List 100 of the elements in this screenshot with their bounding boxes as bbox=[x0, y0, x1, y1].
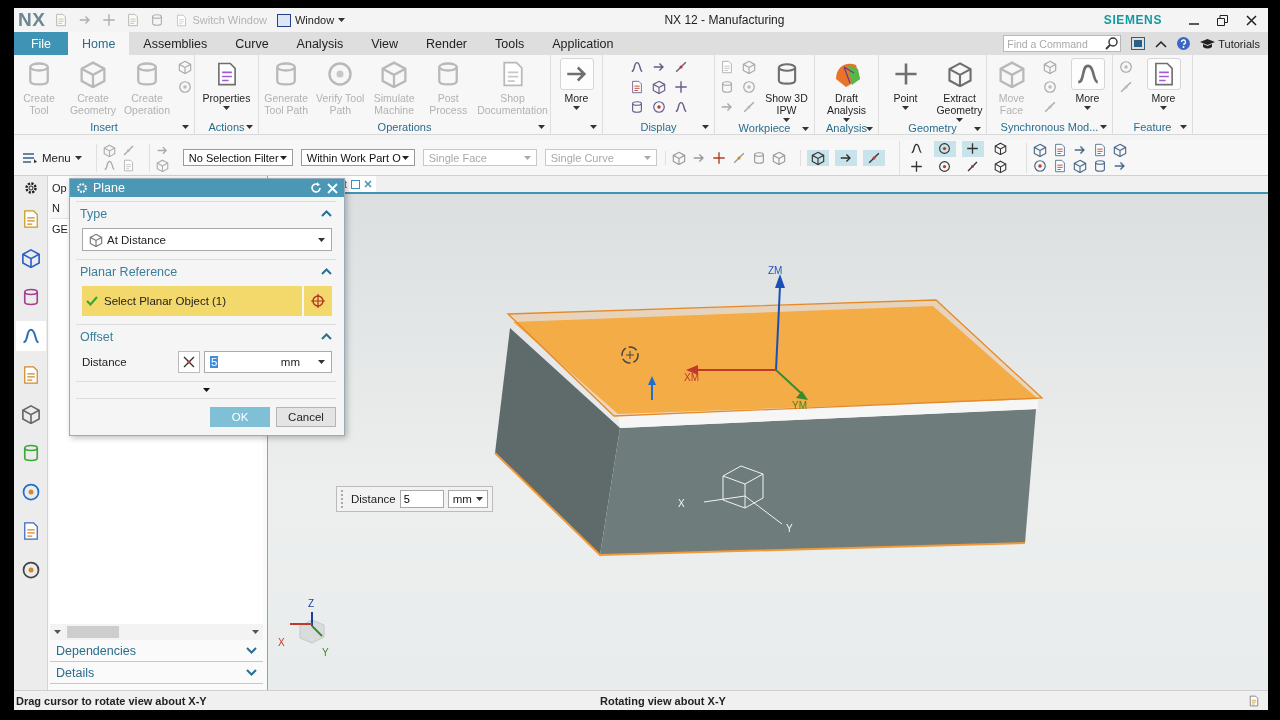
cube-icon bbox=[102, 143, 116, 157]
cube-icon bbox=[1032, 142, 1047, 157]
check-icon bbox=[86, 296, 98, 306]
snap-toggle[interactable] bbox=[961, 140, 984, 157]
menu-button[interactable]: Menu bbox=[22, 151, 88, 164]
caret-icon bbox=[338, 18, 346, 22]
caret-icon bbox=[279, 155, 287, 160]
plus-icon bbox=[673, 80, 688, 94]
section-header[interactable]: Type bbox=[76, 201, 336, 225]
resource-tab[interactable] bbox=[15, 321, 46, 351]
ribbon-button[interactable]: Point bbox=[879, 58, 932, 110]
distance-input[interactable]: 5 bbox=[399, 490, 444, 508]
ribbon-tab[interactable]: View bbox=[357, 32, 413, 55]
reset-icon[interactable] bbox=[310, 182, 322, 194]
caret-icon bbox=[974, 127, 981, 131]
document-icon bbox=[1052, 158, 1067, 173]
view-triad-drawing bbox=[289, 611, 325, 644]
line-icon bbox=[731, 150, 746, 165]
cancel-button[interactable]: Cancel bbox=[276, 407, 336, 427]
ribbon-button[interactable]: More bbox=[550, 58, 603, 110]
caret-icon bbox=[590, 125, 597, 129]
section-header[interactable]: Planar Reference bbox=[76, 259, 336, 283]
ribbon-button[interactable]: Show 3D IPW bbox=[760, 58, 813, 122]
ribbon-tab[interactable]: Curve bbox=[221, 32, 283, 55]
ribbon-button[interactable]: More bbox=[1137, 58, 1190, 110]
restore-icon bbox=[1217, 14, 1228, 26]
cube-icon bbox=[994, 160, 1008, 173]
snap-toggle[interactable] bbox=[834, 149, 857, 166]
caret-icon bbox=[1084, 106, 1091, 110]
document-icon bbox=[54, 13, 69, 27]
filter-dropdown[interactable]: Within Work Part O bbox=[300, 149, 415, 166]
ribbon-tab[interactable]: Render bbox=[412, 32, 482, 55]
caret-icon bbox=[523, 155, 531, 160]
document-icon bbox=[175, 13, 189, 27]
ribbon-button[interactable]: Draft Analysis bbox=[820, 58, 873, 122]
cylinder-icon bbox=[751, 150, 766, 165]
caret-icon bbox=[802, 127, 809, 131]
selection-row[interactable]: Select Planar Object (1) bbox=[82, 286, 332, 316]
measure-button[interactable] bbox=[178, 351, 200, 373]
line-icon bbox=[673, 60, 688, 74]
field-label: Distance bbox=[82, 356, 128, 368]
ribbon-button[interactable]: Extract Geometry bbox=[933, 58, 986, 122]
filter-dropdown[interactable]: No Selection Filter bbox=[182, 149, 293, 166]
section-header[interactable]: Offset bbox=[76, 324, 336, 348]
cube-icon bbox=[671, 150, 686, 165]
curve-icon bbox=[673, 100, 688, 114]
target-icon bbox=[326, 60, 355, 88]
close-icon[interactable] bbox=[327, 182, 338, 194]
caret-icon bbox=[866, 127, 873, 131]
arrows-icon bbox=[182, 355, 196, 369]
window-menu[interactable]: Window bbox=[277, 13, 346, 27]
caret-icon bbox=[401, 155, 409, 160]
ribbon-tab[interactable]: Assemblies bbox=[129, 32, 222, 55]
line-icon bbox=[966, 160, 980, 173]
chevron-down-icon[interactable] bbox=[246, 669, 257, 676]
type-dropdown[interactable]: At Distance bbox=[82, 228, 332, 251]
caret-icon bbox=[182, 125, 189, 129]
chevron-up-icon[interactable] bbox=[321, 268, 332, 275]
chevron-up-icon[interactable] bbox=[321, 210, 332, 217]
snap-toggle[interactable] bbox=[933, 140, 956, 157]
plus-icon bbox=[102, 13, 117, 27]
distance-field[interactable]: 5 mm bbox=[204, 351, 332, 373]
line-icon bbox=[866, 150, 881, 165]
window-icon bbox=[351, 179, 360, 189]
snap-toggle[interactable] bbox=[806, 149, 829, 166]
line-icon bbox=[741, 100, 756, 114]
ribbon-button[interactable]: Properties bbox=[200, 58, 253, 110]
cube-icon bbox=[1042, 60, 1057, 74]
caret-icon bbox=[956, 118, 963, 122]
ribbon-tab[interactable]: Tools bbox=[481, 32, 539, 55]
settings-icon[interactable] bbox=[23, 181, 38, 195]
document-icon bbox=[629, 80, 644, 94]
chevron-down-icon[interactable] bbox=[246, 647, 257, 654]
tree-item[interactable]: GE bbox=[50, 219, 70, 239]
help-icon[interactable] bbox=[1177, 37, 1191, 50]
caret-icon bbox=[318, 237, 325, 242]
window-icon[interactable] bbox=[1131, 37, 1146, 50]
ribbon-tab[interactable]: Home bbox=[68, 32, 130, 55]
command-search-field[interactable]: Find a Command bbox=[1003, 35, 1122, 52]
ribbon-button[interactable]: More bbox=[1061, 58, 1114, 110]
tutorials-link[interactable]: Tutorials bbox=[1200, 37, 1260, 50]
group-label: Actions bbox=[208, 121, 245, 133]
plus-icon bbox=[910, 160, 924, 173]
arrow-icon bbox=[719, 100, 734, 114]
dialog-title: Plane bbox=[93, 181, 126, 195]
collapse-icon[interactable] bbox=[1155, 39, 1168, 48]
document-icon bbox=[719, 60, 734, 74]
scrollbar[interactable] bbox=[50, 624, 263, 640]
cube-icon bbox=[20, 248, 41, 268]
cube-icon bbox=[380, 60, 409, 88]
target-icon bbox=[1118, 60, 1133, 74]
ribbon-tab[interactable]: Analysis bbox=[282, 32, 358, 55]
ribbon-tab[interactable]: Application bbox=[538, 32, 628, 55]
unit-dropdown[interactable]: mm bbox=[447, 490, 488, 508]
caret-icon bbox=[1100, 125, 1107, 129]
caret-icon bbox=[843, 118, 850, 122]
chevron-up-icon[interactable] bbox=[321, 333, 332, 340]
snap-toggle[interactable] bbox=[862, 149, 885, 166]
caret-icon bbox=[902, 106, 909, 110]
document-icon bbox=[126, 13, 141, 27]
